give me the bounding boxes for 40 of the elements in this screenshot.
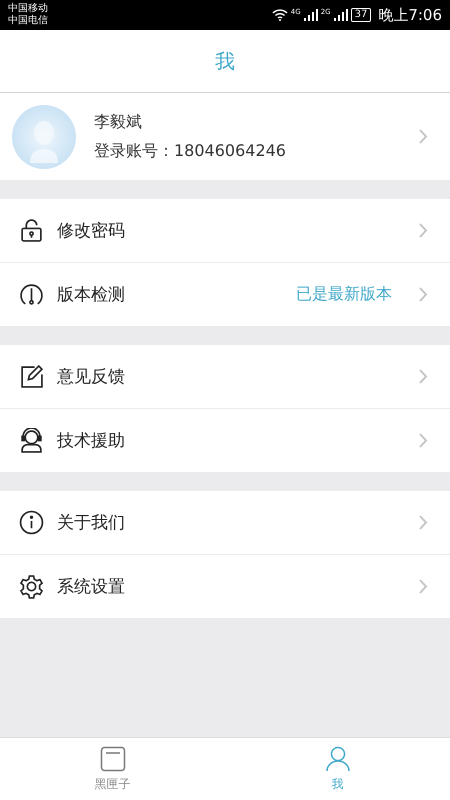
box-icon [100, 746, 126, 772]
menu-label: 系统设置 [57, 576, 126, 598]
wifi-icon [272, 9, 288, 21]
menu-item[interactable]: 意见反馈 [0, 345, 450, 408]
carrier-name: 中国移动 [8, 3, 48, 14]
avatar-icon [12, 104, 76, 168]
chevron-icon [419, 515, 428, 530]
chevron-icon [419, 287, 428, 302]
carrier-name: 中国电信 [8, 15, 48, 27]
menu-label: 意见反馈 [57, 366, 126, 388]
chevron-icon [419, 223, 428, 238]
signal-icon [334, 9, 348, 21]
gauge-icon [19, 282, 44, 307]
menu-item[interactable]: 修改密码 [0, 199, 450, 262]
signal-icon [304, 9, 318, 21]
battery-level: 37 [350, 8, 372, 22]
status-text: 已是最新版本 [296, 284, 392, 305]
menu-item[interactable]: 版本检测 已是最新版本 [0, 263, 450, 326]
menu-item[interactable]: 系统设置 [0, 555, 450, 618]
edit-icon [19, 364, 44, 389]
page-title: 我 [215, 48, 235, 74]
menu-item[interactable]: 技术援助 [0, 409, 450, 472]
tab[interactable]: 黑匣子 [0, 738, 225, 800]
info-icon [19, 510, 44, 535]
menu-item[interactable]: 关于我们 [0, 491, 450, 554]
account-number: 登录账号：18046064246 [94, 140, 287, 162]
headset-icon [19, 428, 44, 453]
person-icon [326, 746, 350, 772]
chevron-icon [419, 369, 428, 384]
chevron-icon [419, 433, 428, 448]
chevron-icon [419, 129, 428, 144]
menu-label: 版本检测 [57, 284, 126, 306]
menu-label: 修改密码 [57, 220, 126, 242]
menu-label: 技术援助 [57, 430, 126, 452]
menu-label: 关于我们 [57, 512, 126, 534]
settings-icon [19, 574, 44, 599]
clock-time: 晚上7:06 [378, 6, 442, 24]
chevron-icon [419, 579, 428, 594]
user-name: 李毅斌 [94, 112, 143, 132]
lock-icon [19, 218, 44, 243]
